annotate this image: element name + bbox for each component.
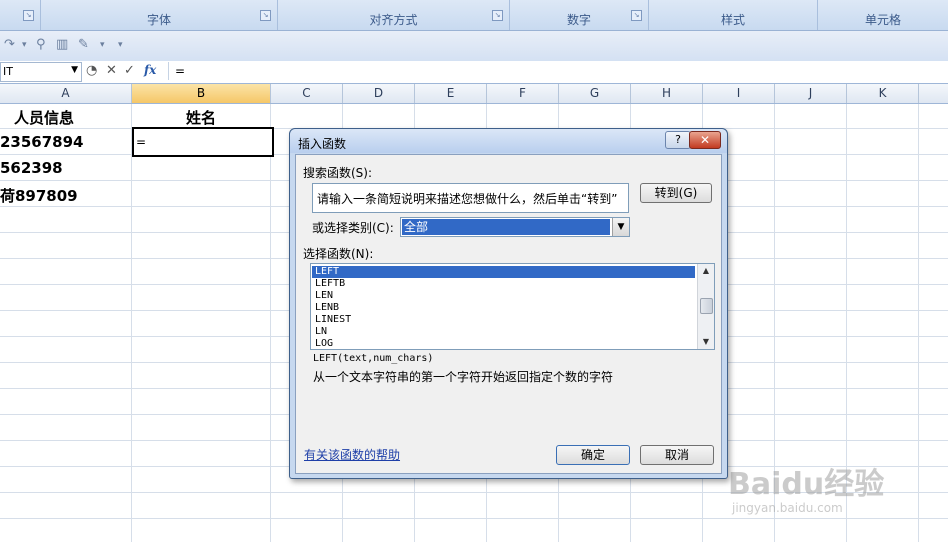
category-select-value: 全部 <box>402 219 610 235</box>
cell-b1[interactable]: 姓名 <box>186 107 216 128</box>
dialog-launcher-icon[interactable]: ↘ <box>23 10 34 21</box>
go-button[interactable]: 转到(G) <box>640 183 712 203</box>
column-header-h[interactable]: H <box>631 84 703 103</box>
ribbon-group-font: 字体 ↘ <box>41 0 278 30</box>
quick-access-toolbar: ↷ ▾ ⚲ ▥ ✎ ▾ ▾ <box>0 31 948 62</box>
ribbon-group-number: 数字 ↘ <box>510 0 649 30</box>
dialog-launcher-icon[interactable]: ↘ <box>492 10 503 21</box>
cell-a4[interactable]: 荷897809 <box>0 185 78 206</box>
chevron-down-icon[interactable]: ▼ <box>71 65 78 75</box>
scroll-down-icon[interactable]: ▼ <box>698 335 714 349</box>
column-header-i[interactable]: I <box>703 84 775 103</box>
column-header-f[interactable]: F <box>487 84 559 103</box>
list-item[interactable]: LOG <box>312 338 695 349</box>
watermark-brand: Baidu经验 <box>728 467 885 502</box>
cell-a2[interactable]: 23567894 <box>0 133 84 151</box>
column-header-g[interactable]: G <box>559 84 631 103</box>
ribbon-group-alignment: 对齐方式 ↘ <box>278 0 510 30</box>
list-item[interactable]: LENB <box>312 302 695 314</box>
search-input-value: 请输入一条简短说明来描述您想做什么，然后单击“转到” <box>317 192 618 206</box>
list-item[interactable]: LEFTB <box>312 278 695 290</box>
dialog-titlebar[interactable]: 插入函数 ? ✕ <box>290 129 727 153</box>
category-label: 或选择类别(C): <box>312 221 394 235</box>
watermark-url: jingyan.baidu.com <box>732 501 843 515</box>
search-label: 搜索函数(S): <box>303 166 373 180</box>
column-headers: A B C D E F G H I J K <box>0 84 948 104</box>
cell-a3[interactable]: 562398 <box>0 159 63 177</box>
dialog-launcher-icon[interactable]: ↘ <box>260 10 271 21</box>
column-header-k[interactable]: K <box>847 84 919 103</box>
search-input[interactable]: 请输入一条简短说明来描述您想做什么，然后单击“转到” <box>312 183 629 213</box>
format-painter-icon[interactable]: ⚲ <box>36 37 46 52</box>
watermark: Baidu经验 jingyan.baidu.com <box>728 455 938 525</box>
dialog-body: 搜索函数(S): 请输入一条简短说明来描述您想做什么，然后单击“转到” 转到(G… <box>295 154 722 474</box>
active-cell-value: = <box>136 135 147 149</box>
column-header-b[interactable]: B <box>132 84 271 103</box>
ribbon-group-label: 字体 <box>146 13 171 27</box>
list-item[interactable]: LN <box>312 326 695 338</box>
chart-icon[interactable]: ▥ <box>56 37 68 52</box>
scroll-thumb[interactable] <box>700 298 713 314</box>
ok-button[interactable]: 确定 <box>556 445 630 465</box>
chevron-down-icon[interactable]: ▼ <box>612 218 629 236</box>
function-description: 从一个文本字符串的第一个字符开始返回指定个数的字符 <box>313 370 614 384</box>
list-item-selected[interactable]: LEFT <box>312 266 695 278</box>
insert-function-dialog: 插入函数 ? ✕ 搜索函数(S): 请输入一条简短说明来描述您想做什么，然后单击… <box>289 128 728 479</box>
function-syntax: LEFT(text,num_chars) <box>313 353 434 364</box>
column-header-c[interactable]: C <box>271 84 343 103</box>
redo-icon[interactable]: ↷ <box>4 37 15 52</box>
ribbon: ↘ 字体 ↘ 对齐方式 ↘ 数字 ↘ 样式 单元格 <box>0 0 948 31</box>
column-header-d[interactable]: D <box>343 84 415 103</box>
close-icon[interactable]: ✕ <box>689 131 721 149</box>
function-list[interactable]: LEFT LEFTB LEN LENB LINEST LN LOG ▲ ▼ <box>310 263 715 350</box>
ribbon-group-label: 对齐方式 <box>369 13 418 27</box>
chevron-down-icon[interactable]: ▾ <box>100 40 105 50</box>
function-list-label: 选择函数(N): <box>303 247 374 261</box>
name-box-value: IT <box>3 65 13 78</box>
formula-value: = <box>175 64 186 78</box>
draw-icon[interactable]: ✎ <box>78 37 89 52</box>
function-help-link[interactable]: 有关该函数的帮助 <box>304 446 400 463</box>
cell-a1[interactable]: 人员信息 <box>14 107 74 128</box>
insert-function-icon[interactable]: fx <box>144 63 162 79</box>
ribbon-group-cells: 单元格 <box>818 0 948 30</box>
category-select[interactable]: 全部 ▼ <box>400 217 630 237</box>
scroll-up-icon[interactable]: ▲ <box>698 264 714 278</box>
cancel-icon[interactable]: ✕ <box>106 63 117 78</box>
list-item[interactable]: LINEST <box>312 314 695 326</box>
expand-icon[interactable]: ◔ <box>86 63 97 78</box>
formula-input[interactable]: = <box>168 62 948 80</box>
help-icon[interactable]: ? <box>665 131 691 149</box>
active-cell-b2[interactable]: = <box>132 127 274 157</box>
ribbon-group-styles: 样式 <box>649 0 818 30</box>
dialog-launcher-icon[interactable]: ↘ <box>631 10 642 21</box>
enter-icon[interactable]: ✓ <box>124 63 135 78</box>
scrollbar[interactable]: ▲ ▼ <box>697 264 714 349</box>
chevron-down-icon[interactable]: ▾ <box>22 40 27 50</box>
dialog-title: 插入函数 <box>298 137 347 151</box>
name-box[interactable]: IT ▼ <box>0 62 82 82</box>
column-header-j[interactable]: J <box>775 84 847 103</box>
column-header-a[interactable]: A <box>0 84 132 103</box>
formula-bar: IT ▼ ◔ ✕ ✓ fx = <box>0 61 948 84</box>
ribbon-group-label: 单元格 <box>864 13 901 27</box>
ribbon-group-label: 数字 <box>566 13 591 27</box>
cancel-button[interactable]: 取消 <box>640 445 714 465</box>
ribbon-group-clipboard: ↘ <box>0 0 41 30</box>
list-item[interactable]: LEN <box>312 290 695 302</box>
customize-toolbar-icon[interactable]: ▾ <box>118 40 123 50</box>
ribbon-group-label: 样式 <box>720 13 745 27</box>
column-header-e[interactable]: E <box>415 84 487 103</box>
